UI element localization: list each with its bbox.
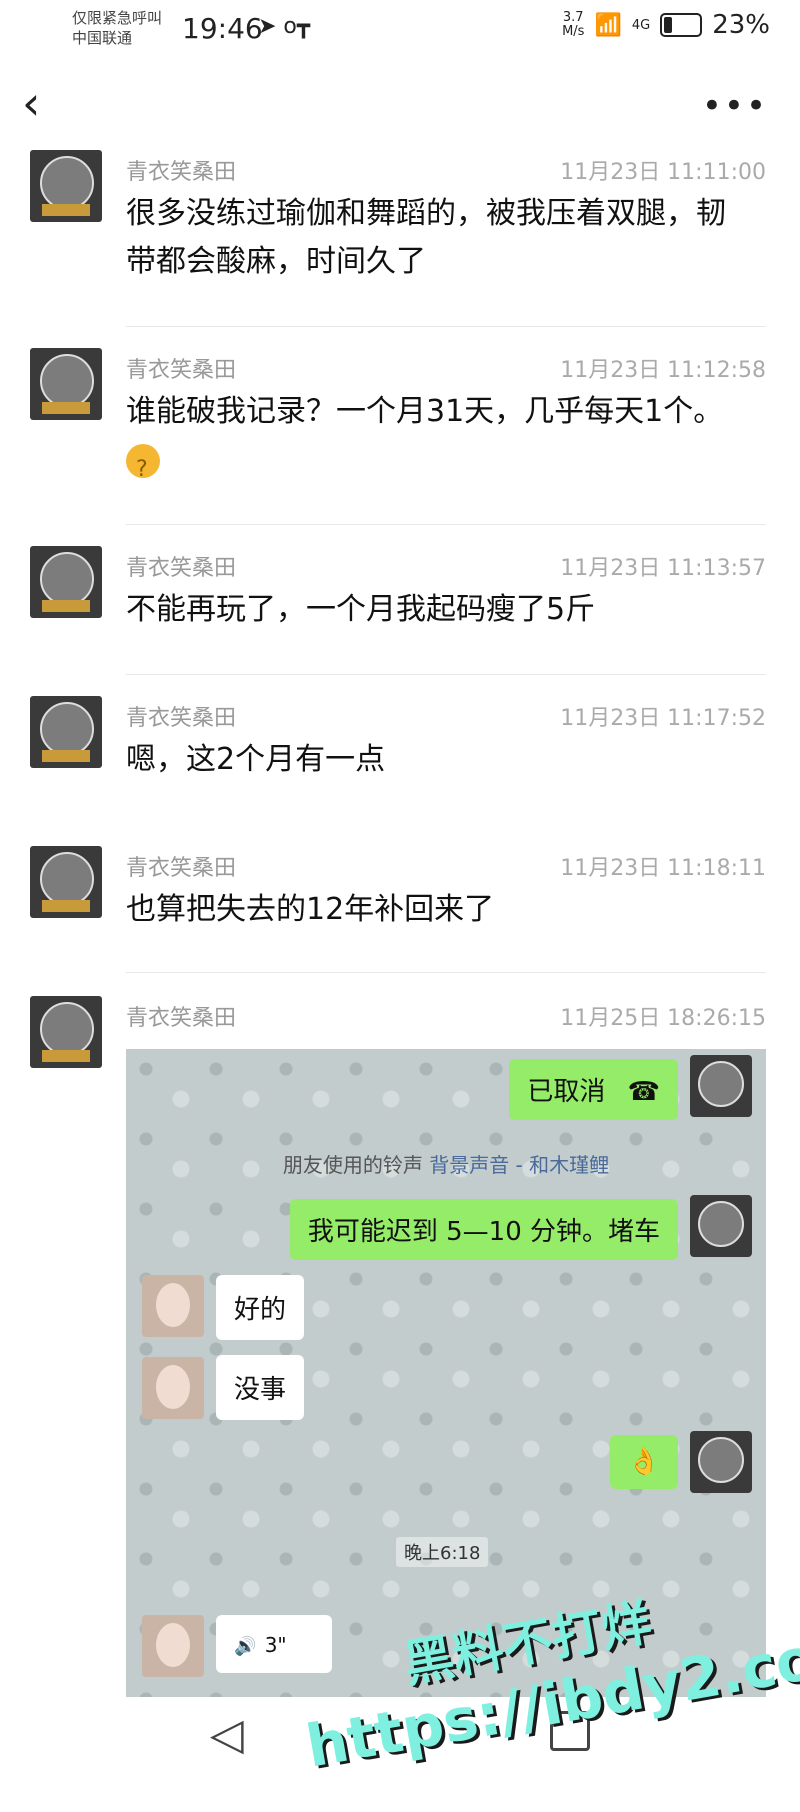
ringtone-link: 背景声音 - 和木瑾鲤 xyxy=(429,1153,610,1177)
status-bar: 仅限紧急呼叫 中国联通 19:46 ➤ o┳ 3.7 M/s 📶 4G 23% xyxy=(0,0,800,64)
carrier-name: 中国联通 xyxy=(72,29,133,47)
avatar[interactable] xyxy=(30,546,102,618)
status-icons: ➤ o┳ xyxy=(258,14,311,39)
signal-4g-icon: 4G xyxy=(631,17,651,33)
ok-hand-icon: 👌 xyxy=(627,1447,660,1477)
divider xyxy=(126,524,766,525)
message-timestamp: 11月23日 11:12:58 xyxy=(560,358,766,383)
battery-fill xyxy=(664,17,673,33)
wifi-icon: 📶 xyxy=(594,12,622,38)
avatar xyxy=(690,1195,752,1257)
sender-name: 青衣笑桑田 xyxy=(126,1006,237,1031)
avatar[interactable] xyxy=(30,846,102,918)
phone-icon: ☎ xyxy=(627,1077,660,1107)
avatar xyxy=(690,1431,752,1493)
message-text: 不能再玩了，一个月我起码瘦了5斤 xyxy=(126,592,596,627)
divider xyxy=(126,972,766,973)
friend-avatar xyxy=(142,1615,204,1677)
cancelled-call-text: 已取消 xyxy=(527,1077,606,1107)
status-right: 3.7 M/s 📶 4G 23% xyxy=(562,10,770,40)
message-timestamp: 11月25日 18:26:15 xyxy=(560,1006,766,1031)
sender-name: 青衣笑桑田 xyxy=(126,856,237,881)
more-options-button[interactable]: ••• xyxy=(702,86,768,126)
message-timestamp: 11月23日 11:11:00 xyxy=(560,160,766,185)
received-message-bubble: 没事 xyxy=(216,1355,305,1420)
message-timestamp: 11月23日 11:18:11 xyxy=(560,856,766,881)
back-button[interactable]: ‹ xyxy=(22,80,40,126)
received-message-text: 没事 xyxy=(234,1375,287,1405)
message-text: 很多没练过瑜伽和舞蹈的，被我压着双腿，韧带都会酸麻，时间久了 xyxy=(126,196,726,279)
sender-name: 青衣笑桑田 xyxy=(126,556,237,581)
message-timestamp: 11月23日 11:13:57 xyxy=(560,556,766,581)
time-divider: 晚上6:18 xyxy=(396,1537,489,1567)
carrier-emergency: 仅限紧急呼叫 xyxy=(72,9,163,27)
system-back-button[interactable]: ◁ xyxy=(210,1709,244,1760)
sent-message-text: 我可能迟到 5—10 分钟。堵车 xyxy=(307,1217,660,1247)
avatar[interactable] xyxy=(30,996,102,1068)
friend-avatar xyxy=(142,1275,204,1337)
voice-duration: 3" xyxy=(264,1633,287,1657)
message-text: 嗯，这2个月有一点 xyxy=(126,742,386,777)
sender-name: 青衣笑桑田 xyxy=(126,358,237,383)
received-message-bubble: 好的 xyxy=(216,1275,305,1340)
friend-avatar xyxy=(142,1357,204,1419)
battery-percent: 23% xyxy=(712,10,770,40)
message-text-block: 谁能破我记录？一个月31天，几乎每天1个。 xyxy=(126,388,730,494)
voice-icon: 🔊 xyxy=(234,1636,257,1657)
message-text: 谁能破我记录？一个月31天，几乎每天1个。 xyxy=(126,394,724,429)
message-timestamp: 11月23日 11:17:52 xyxy=(560,706,766,731)
network-speed-unit: M/s xyxy=(562,24,585,39)
top-nav-bar: ‹ ••• xyxy=(0,64,800,148)
sender-name: 青衣笑桑田 xyxy=(126,160,237,185)
divider xyxy=(126,674,766,675)
ringtone-notice: 朋友使用的铃声 背景声音 - 和木瑾鲤 xyxy=(126,1149,766,1178)
network-speed: 3.7 M/s xyxy=(562,11,584,39)
clock: 19:46 xyxy=(182,12,263,45)
cancelled-call-bubble: 已取消 ☎ xyxy=(509,1059,678,1120)
network-speed-value: 3.7 xyxy=(562,10,584,25)
avatar[interactable] xyxy=(30,696,102,768)
divider xyxy=(126,326,766,327)
avatar xyxy=(690,1055,752,1117)
avatar[interactable] xyxy=(30,348,102,420)
received-message-text: 好的 xyxy=(234,1295,287,1325)
carrier-info: 仅限紧急呼叫 中国联通 xyxy=(72,8,162,48)
thinking-emoji-icon xyxy=(126,443,160,494)
avatar[interactable] xyxy=(30,150,102,222)
sender-name: 青衣笑桑田 xyxy=(126,706,237,731)
battery-icon xyxy=(660,13,703,37)
message-text: 也算把失去的12年补回来了 xyxy=(126,892,495,927)
ringtone-prefix: 朋友使用的铃声 xyxy=(282,1153,423,1177)
sent-message-bubble: 我可能迟到 5—10 分钟。堵车 xyxy=(289,1199,678,1260)
sent-emoji-bubble: 👌 xyxy=(609,1435,678,1489)
